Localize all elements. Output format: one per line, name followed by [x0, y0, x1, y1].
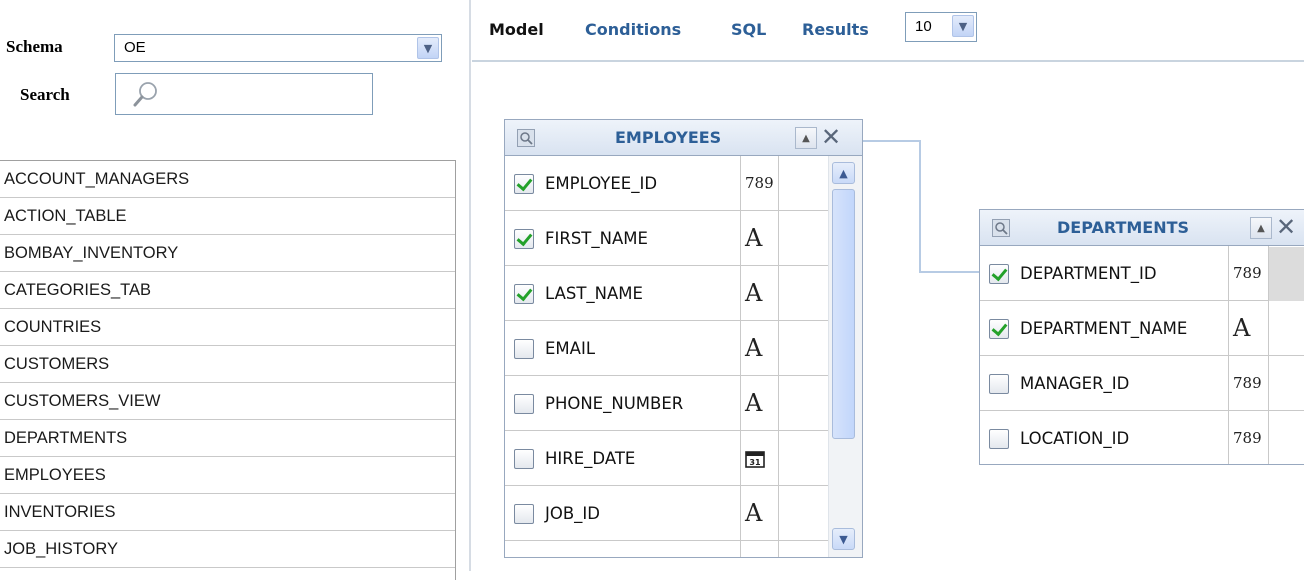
results-count-value: 10 — [915, 18, 932, 35]
results-count-select[interactable]: 10 ▼ — [905, 12, 977, 42]
tab-sql[interactable]: SQL — [731, 20, 766, 39]
table-list-item[interactable]: INVENTORIES — [0, 494, 455, 531]
entity-employees[interactable]: EMPLOYEES ▲ ✕ EMPLOYEE_ID 789 FIRST_NAME A L… — [504, 119, 863, 558]
column-name: LAST_NAME — [545, 284, 643, 303]
chevron-down-icon[interactable]: ▼ — [952, 15, 974, 37]
search-icon — [133, 82, 157, 107]
entity-column-row[interactable]: SALARY — [505, 541, 862, 557]
column-checkbox[interactable] — [989, 374, 1009, 394]
column-separator — [1228, 246, 1229, 464]
tab-results[interactable]: Results — [802, 20, 869, 39]
column-checkbox[interactable] — [514, 339, 534, 359]
table-list-item[interactable]: BOMBAY_INVENTORY — [0, 235, 455, 272]
column-checkbox[interactable] — [514, 229, 534, 249]
svg-text:31: 31 — [749, 458, 761, 467]
column-checkbox[interactable] — [989, 264, 1009, 284]
schema-select[interactable]: OE ▼ — [114, 34, 442, 62]
column-checkbox[interactable] — [514, 284, 534, 304]
table-list-item[interactable]: CATEGORIES_TAB — [0, 272, 455, 309]
table-list: ACCOUNT_MANAGERS ACTION_TABLE BOMBAY_INVEN… — [0, 160, 456, 580]
column-checkbox[interactable] — [989, 429, 1009, 449]
entity-header[interactable]: DEPARTMENTS ▲ ✕ — [980, 210, 1304, 246]
table-list-item[interactable]: CUSTOMERS_VIEW — [0, 383, 455, 420]
column-checkbox[interactable] — [514, 394, 534, 414]
table-list-item[interactable]: EMPLOYEES — [0, 457, 455, 494]
query-builder-tabs: Model Conditions SQL Results 10 ▼ — [472, 0, 1304, 62]
chevron-down-icon[interactable]: ▼ — [417, 37, 439, 59]
scroll-down-icon[interactable]: ▼ — [832, 528, 855, 550]
table-list-item[interactable]: JOB_HISTORY — [0, 531, 455, 568]
number-type-icon: 789 — [1233, 264, 1262, 282]
number-type-icon: 789 — [1233, 374, 1262, 392]
tab-model[interactable]: Model — [489, 20, 544, 39]
column-name: LOCATION_ID — [1020, 429, 1130, 448]
column-checkbox[interactable] — [989, 319, 1009, 339]
entity-column-row[interactable]: LAST_NAME A — [505, 266, 862, 321]
object-browser-panel: Schema OE ▼ Search ACCOUNT_MANAGERS ACTIO… — [0, 0, 458, 580]
table-list-item[interactable]: CUSTOMERS — [0, 346, 455, 383]
search-label: Search — [20, 85, 70, 104]
text-type-icon: A — [745, 499, 763, 527]
entity-column-row[interactable]: FIRST_NAME A — [505, 211, 862, 266]
number-type-icon: 789 — [1233, 429, 1262, 447]
column-checkbox[interactable] — [514, 449, 534, 469]
column-name: DEPARTMENT_ID — [1020, 264, 1157, 283]
entity-column-row[interactable]: PHONE_NUMBER A — [505, 376, 862, 431]
entity-title: DEPARTMENTS — [1057, 218, 1190, 237]
column-name: FIRST_NAME — [545, 229, 648, 248]
column-checkbox[interactable] — [514, 504, 534, 524]
table-list-item[interactable]: COUNTRIES — [0, 309, 455, 346]
text-type-icon: A — [745, 389, 763, 417]
table-list-item[interactable]: DEPARTMENTS — [0, 420, 455, 457]
scroll-up-icon[interactable]: ▲ — [832, 162, 855, 184]
entity-title: EMPLOYEES — [615, 128, 722, 147]
table-list-item[interactable]: ACTION_TABLE — [0, 198, 455, 235]
entity-header[interactable]: EMPLOYEES ▲ ✕ — [505, 120, 862, 156]
column-name: DEPARTMENT_NAME — [1020, 319, 1188, 338]
entity-options-icon[interactable] — [992, 219, 1010, 237]
entity-scrollbar[interactable]: ▲ ▼ — [828, 156, 862, 557]
entity-departments[interactable]: DEPARTMENTS ▲ ✕ DEPARTMENT_ID 789 DEPARTME… — [979, 209, 1304, 465]
entity-options-icon[interactable] — [517, 129, 535, 147]
entity-column-row[interactable]: EMPLOYEE_ID 789 — [505, 156, 862, 211]
text-type-icon: A — [745, 279, 763, 307]
column-name: PHONE_NUMBER — [545, 394, 684, 413]
calendar-icon: 31 — [745, 450, 765, 472]
entity-column-row[interactable]: DEPARTMENT_ID 789 — [980, 246, 1304, 301]
column-name: JOB_ID — [545, 504, 600, 523]
close-icon[interactable]: ✕ — [821, 125, 841, 149]
text-type-icon: A — [745, 334, 763, 362]
close-icon[interactable]: ✕ — [1276, 215, 1296, 239]
text-type-icon: A — [1233, 314, 1251, 342]
column-checkbox[interactable] — [514, 174, 534, 194]
number-type-icon: 789 — [745, 174, 774, 192]
entity-scrollbar[interactable] — [1269, 247, 1304, 301]
panel-divider[interactable] — [469, 0, 471, 571]
text-type-icon: A — [745, 224, 763, 252]
column-separator — [778, 156, 779, 557]
entity-column-row[interactable]: DEPARTMENT_NAME A — [980, 301, 1304, 356]
search-input[interactable] — [115, 73, 373, 115]
entity-column-row[interactable]: JOB_ID A — [505, 486, 862, 541]
column-separator — [740, 156, 741, 557]
entity-column-row[interactable]: HIRE_DATE 31 — [505, 431, 862, 486]
entity-column-row[interactable]: EMAIL A — [505, 321, 862, 376]
collapse-icon[interactable]: ▲ — [795, 127, 817, 149]
collapse-icon[interactable]: ▲ — [1250, 217, 1272, 239]
entity-column-row[interactable]: MANAGER_ID 789 — [980, 356, 1304, 411]
scroll-thumb[interactable] — [832, 189, 855, 439]
column-name: MANAGER_ID — [1020, 374, 1130, 393]
column-name: HIRE_DATE — [545, 449, 636, 468]
entity-column-row[interactable]: LOCATION_ID 789 — [980, 411, 1304, 464]
table-list-item[interactable]: ACCOUNT_MANAGERS — [0, 161, 455, 198]
tab-conditions[interactable]: Conditions — [585, 20, 681, 39]
column-name: EMPLOYEE_ID — [545, 174, 658, 193]
schema-select-value: OE — [124, 39, 146, 56]
schema-label: Schema — [6, 37, 63, 56]
column-name: EMAIL — [545, 339, 596, 358]
